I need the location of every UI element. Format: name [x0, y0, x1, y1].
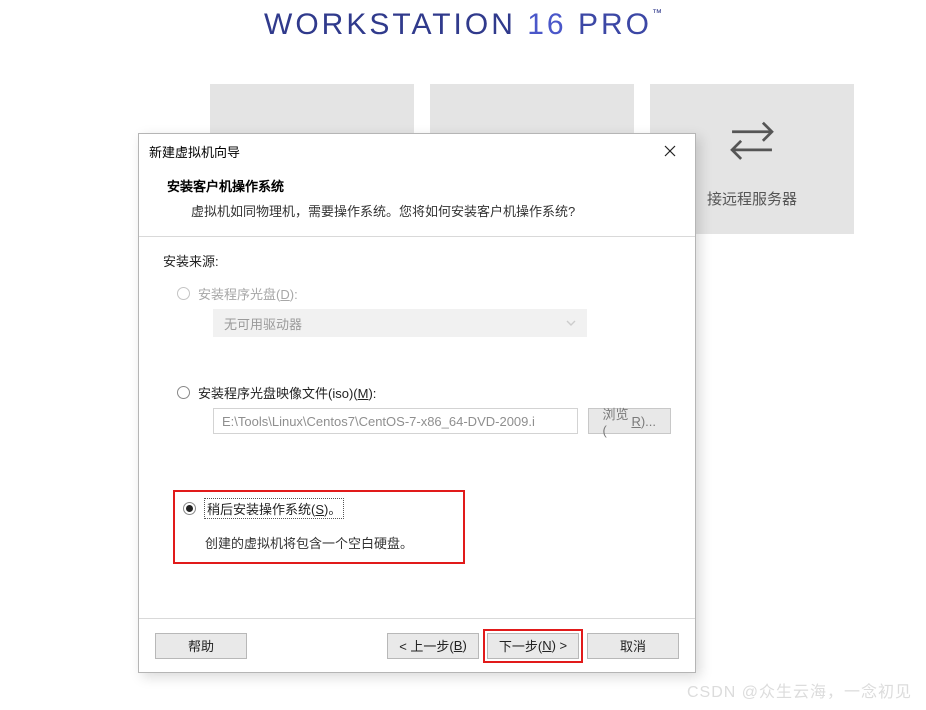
watermark: CSDN @众生云海，一念初见 [687, 678, 912, 702]
chevron-down-icon [566, 320, 576, 326]
close-button[interactable] [649, 137, 691, 165]
radio-install-from-disc: 安装程序光盘(D): [177, 284, 671, 303]
dialog-title: 新建虚拟机向导 [149, 142, 649, 161]
dialog-footer: 帮助 < 上一步(B) 下一步(N) > 取消 [139, 618, 695, 672]
radio-label: 安装程序光盘映像文件(iso)(M): [198, 383, 376, 402]
browse-button: 浏览(R)... [588, 408, 671, 434]
install-later-description: 创建的虚拟机将包含一个空白硬盘。 [205, 533, 455, 552]
dialog-subheading: 虚拟机如同物理机，需要操作系统。您将如何安装客户机操作系统? [167, 201, 667, 220]
cancel-button[interactable]: 取消 [587, 633, 679, 659]
dropdown-value: 无可用驱动器 [224, 314, 302, 333]
dialog-body: 安装来源: 安装程序光盘(D): 无可用驱动器 安装程序光盘映像文件(iso)(… [139, 236, 695, 618]
radio-label: 安装程序光盘(D): [198, 284, 298, 303]
swap-arrows-icon [723, 110, 781, 168]
dialog-titlebar: 新建虚拟机向导 [139, 134, 695, 168]
next-button[interactable]: 下一步(N) > [487, 633, 579, 659]
radio-icon [183, 502, 196, 515]
drive-dropdown: 无可用驱动器 [213, 309, 587, 337]
tile-label: 接远程服务器 [707, 188, 797, 209]
highlight-install-later: 稍后安装操作系统(S)。 创建的虚拟机将包含一个空白硬盘。 [173, 490, 465, 564]
close-icon [664, 145, 676, 157]
radio-install-from-iso[interactable]: 安装程序光盘映像文件(iso)(M): [177, 383, 671, 402]
install-source-label: 安装来源: [163, 251, 671, 270]
iso-path-input: E:\Tools\Linux\Centos7\CentOS-7-x86_64-D… [213, 408, 578, 434]
app-brand: WORKSTATION 16 PRO™ [0, 8, 926, 42]
back-button[interactable]: < 上一步(B) [387, 633, 479, 659]
help-button[interactable]: 帮助 [155, 633, 247, 659]
dialog-header: 安装客户机操作系统 虚拟机如同物理机，需要操作系统。您将如何安装客户机操作系统? [139, 168, 695, 236]
radio-icon [177, 386, 190, 399]
radio-install-later[interactable]: 稍后安装操作系统(S)。 [183, 498, 455, 519]
radio-icon [177, 287, 190, 300]
new-vm-wizard-dialog: 新建虚拟机向导 安装客户机操作系统 虚拟机如同物理机，需要操作系统。您将如何安装… [138, 133, 696, 673]
radio-label: 稍后安装操作系统(S)。 [204, 498, 344, 519]
dialog-heading: 安装客户机操作系统 [167, 176, 667, 195]
